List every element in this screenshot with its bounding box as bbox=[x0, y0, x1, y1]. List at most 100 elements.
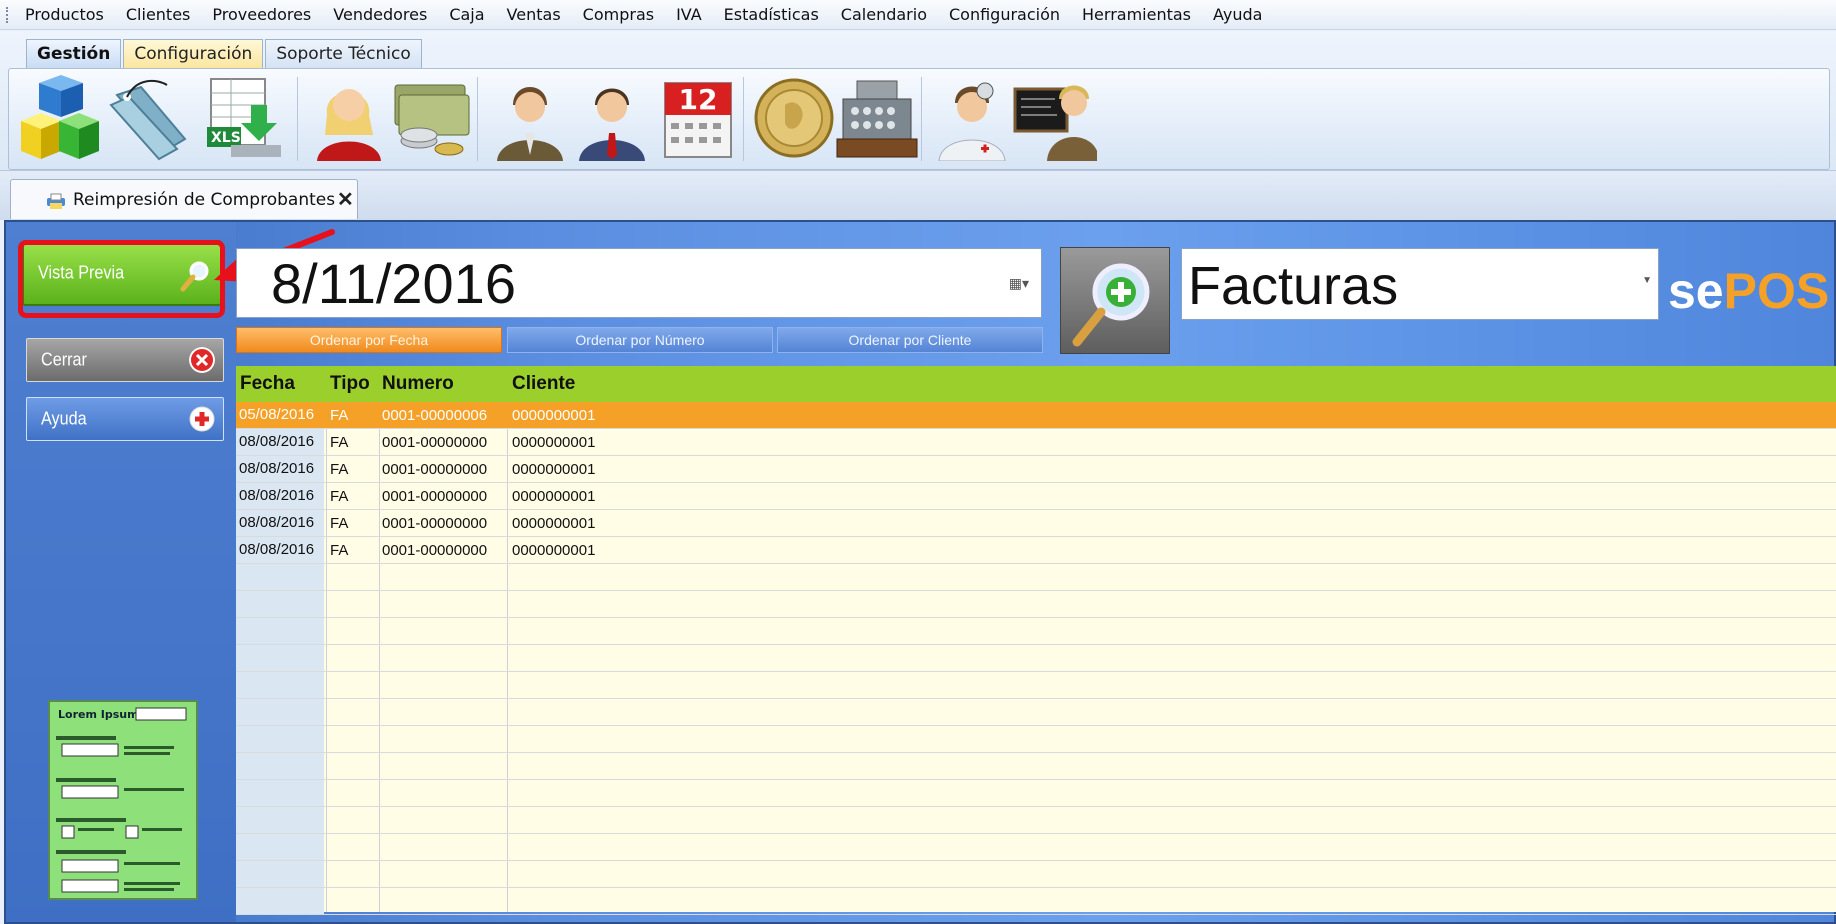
brand-prefix: se bbox=[1668, 263, 1724, 319]
cell-empty bbox=[236, 834, 324, 860]
user-male-icon[interactable] bbox=[487, 75, 573, 161]
empty-row bbox=[236, 888, 1836, 915]
user-female-icon[interactable] bbox=[307, 75, 393, 161]
close-icon[interactable]: ✕ bbox=[337, 187, 354, 212]
plus-circle-icon bbox=[189, 406, 215, 432]
menu-bar: Productos Clientes Proveedores Vendedore… bbox=[0, 0, 1836, 30]
cell-cliente: 0000000001 bbox=[512, 407, 596, 424]
coin-icon[interactable] bbox=[751, 75, 837, 161]
tab-soporte-tecnico[interactable]: Soporte Técnico bbox=[265, 39, 422, 68]
table-header: Fecha Tipo Numero Cliente bbox=[236, 366, 1836, 402]
cell-fecha: 08/08/2016 bbox=[236, 537, 324, 563]
cell-tipo: FA bbox=[330, 515, 349, 532]
sort-by-client-button[interactable]: Ordenar por Cliente bbox=[777, 327, 1043, 353]
cell-tipo: FA bbox=[330, 434, 349, 451]
table-row[interactable]: 08/08/2016 FA 0001-00000000 0000000001 bbox=[236, 429, 1836, 456]
empty-row bbox=[236, 807, 1836, 834]
excel-import-icon[interactable]: XLS bbox=[201, 75, 287, 161]
svg-text:XLS: XLS bbox=[211, 130, 241, 146]
sort-by-date-button[interactable]: Ordenar por Fecha bbox=[236, 327, 502, 353]
sort-by-number-button[interactable]: Ordenar por Número bbox=[507, 327, 773, 353]
table-row[interactable]: 08/08/2016 FA 0001-00000000 0000000001 bbox=[236, 537, 1836, 564]
column-header-numero[interactable]: Numero bbox=[382, 373, 454, 395]
cell-empty bbox=[236, 618, 324, 644]
cash-register-icon[interactable] bbox=[833, 75, 919, 161]
table-row[interactable]: 08/08/2016 FA 0001-00000000 0000000001 bbox=[236, 456, 1836, 483]
menu-ayuda[interactable]: Ayuda bbox=[1202, 0, 1273, 30]
cell-empty bbox=[236, 780, 324, 806]
ribbon-separator bbox=[921, 77, 922, 161]
cell-numero: 0001-00000000 bbox=[382, 542, 488, 559]
table-row[interactable]: 08/08/2016 FA 0001-00000000 0000000001 bbox=[236, 483, 1836, 510]
cell-empty bbox=[236, 888, 324, 914]
cell-tipo: FA bbox=[330, 488, 349, 505]
doctor-icon[interactable] bbox=[929, 75, 1015, 161]
cubes-icon[interactable] bbox=[17, 75, 103, 161]
cell-empty bbox=[236, 591, 324, 617]
menu-estadisticas[interactable]: Estadísticas bbox=[713, 0, 830, 30]
menu-ventas[interactable]: Ventas bbox=[496, 0, 572, 30]
table-row[interactable]: 08/08/2016 FA 0001-00000000 0000000001 bbox=[236, 510, 1836, 537]
table-row[interactable]: 05/08/2016 FA 0001-00000006 0000000001 bbox=[236, 402, 1836, 429]
empty-row bbox=[236, 699, 1836, 726]
menu-herramientas[interactable]: Herramientas bbox=[1071, 0, 1202, 30]
menu-proveedores[interactable]: Proveedores bbox=[201, 0, 322, 30]
date-picker[interactable]: 8/11/2016 ▦▾ bbox=[236, 248, 1042, 318]
cell-cliente: 0000000001 bbox=[512, 434, 596, 451]
cell-cliente: 0000000001 bbox=[512, 542, 596, 559]
empty-row bbox=[236, 861, 1836, 888]
calendar-icon[interactable]: 12 bbox=[655, 75, 741, 161]
tags-icon[interactable] bbox=[107, 75, 193, 161]
menu-compras[interactable]: Compras bbox=[572, 0, 665, 30]
brand-logo: sePOS bbox=[1668, 262, 1829, 320]
ribbon-separator bbox=[297, 77, 298, 161]
column-header-cliente[interactable]: Cliente bbox=[512, 373, 575, 395]
cell-fecha: 05/08/2016 bbox=[236, 402, 324, 428]
teacher-icon[interactable] bbox=[1011, 75, 1097, 161]
empty-row bbox=[236, 618, 1836, 645]
column-header-fecha[interactable]: Fecha bbox=[240, 373, 295, 395]
document-tabs: Reimpresión de Comprobantes ✕ bbox=[0, 171, 1836, 220]
search-button[interactable] bbox=[1060, 247, 1170, 354]
cell-tipo: FA bbox=[330, 407, 349, 424]
ribbon-tabs: Gestión Configuración Soporte Técnico bbox=[26, 39, 424, 68]
help-button[interactable]: Ayuda bbox=[26, 397, 224, 441]
money-icon[interactable] bbox=[389, 75, 475, 161]
cell-tipo: FA bbox=[330, 461, 349, 478]
cell-empty bbox=[236, 672, 324, 698]
menu-caja[interactable]: Caja bbox=[438, 0, 495, 30]
cell-fecha: 08/08/2016 bbox=[236, 429, 324, 455]
column-header-tipo[interactable]: Tipo bbox=[330, 373, 370, 395]
empty-row bbox=[236, 834, 1836, 861]
vouchers-table: Fecha Tipo Numero Cliente 05/08/2016 FA … bbox=[236, 366, 1836, 915]
document-type-value: Facturas bbox=[1188, 256, 1399, 316]
ribbon: Gestión Configuración Soporte Técnico XL… bbox=[0, 31, 1836, 171]
cell-cliente: 0000000001 bbox=[512, 488, 596, 505]
help-button-label: Ayuda bbox=[41, 408, 87, 429]
menu-productos[interactable]: Productos bbox=[14, 0, 115, 30]
menu-items: Productos Clientes Proveedores Vendedore… bbox=[14, 0, 1273, 30]
ribbon-separator bbox=[743, 77, 744, 161]
ribbon-separator bbox=[477, 77, 478, 161]
menu-configuracion[interactable]: Configuración bbox=[938, 0, 1071, 30]
document-thumbnail: Lorem Ipsum bbox=[48, 700, 198, 900]
menu-calendario[interactable]: Calendario bbox=[830, 0, 938, 30]
tab-reimpresion-comprobantes[interactable]: Reimpresión de Comprobantes ✕ bbox=[10, 179, 358, 219]
menu-vendedores[interactable]: Vendedores bbox=[322, 0, 438, 30]
close-button[interactable]: Cerrar bbox=[26, 338, 224, 382]
cell-empty bbox=[236, 753, 324, 779]
tab-label: Reimpresión de Comprobantes bbox=[73, 190, 336, 210]
tab-gestion[interactable]: Gestión bbox=[26, 39, 122, 68]
document-type-select[interactable]: Facturas ▼ bbox=[1181, 248, 1659, 320]
user-tie-icon[interactable] bbox=[569, 75, 655, 161]
tab-configuracion[interactable]: Configuración bbox=[123, 39, 264, 68]
brand-suffix: POS bbox=[1723, 263, 1830, 319]
calendar-dropdown-icon[interactable]: ▦▾ bbox=[1009, 275, 1029, 292]
cell-cliente: 0000000001 bbox=[512, 515, 596, 532]
chevron-down-icon[interactable]: ▼ bbox=[1642, 275, 1652, 286]
menu-clientes[interactable]: Clientes bbox=[115, 0, 202, 30]
cell-numero: 0001-00000006 bbox=[382, 407, 488, 424]
cell-numero: 0001-00000000 bbox=[382, 515, 488, 532]
menu-iva[interactable]: IVA bbox=[665, 0, 713, 30]
cell-fecha: 08/08/2016 bbox=[236, 510, 324, 536]
